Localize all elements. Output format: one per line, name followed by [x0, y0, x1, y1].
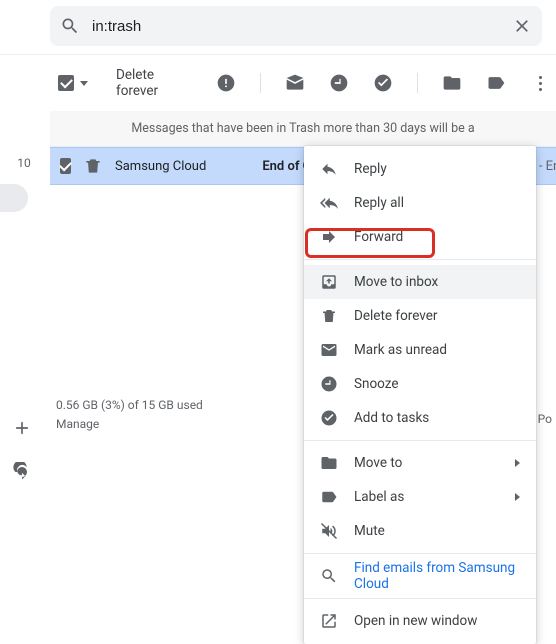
- move-to-inbox-icon: [320, 273, 338, 291]
- email-snippet: - End of Certain S: [536, 159, 556, 174]
- menu-separator: [304, 598, 536, 599]
- folder-icon: [320, 454, 338, 472]
- trash-banner: Messages that have been in Trash more th…: [50, 111, 556, 147]
- menu-reply[interactable]: Reply: [304, 152, 536, 186]
- tasks-icon: [320, 409, 338, 427]
- sender-name: Samsung Cloud: [115, 159, 206, 174]
- menu-mark-unread[interactable]: Mark as unread: [304, 333, 536, 367]
- folder-count: 10: [4, 156, 44, 170]
- selected-folder-indicator: [0, 184, 28, 212]
- plus-icon[interactable]: [12, 418, 32, 438]
- menu-separator: [304, 553, 536, 554]
- delete-icon: [320, 307, 338, 325]
- mute-icon: [320, 522, 338, 540]
- open-new-window-icon: [320, 612, 338, 630]
- context-menu: Reply Reply all Forward Move to inbox De…: [304, 146, 536, 644]
- menu-label-as[interactable]: Label as: [304, 480, 536, 514]
- mark-read-icon[interactable]: [285, 73, 305, 93]
- menu-add-to-tasks[interactable]: Add to tasks: [304, 401, 536, 435]
- menu-reply-all[interactable]: Reply all: [304, 186, 536, 220]
- menu-delete-forever[interactable]: Delete forever: [304, 299, 536, 333]
- reply-icon: [320, 160, 338, 178]
- menu-move-to-inbox[interactable]: Move to inbox: [304, 265, 536, 299]
- select-all-checkbox[interactable]: [58, 75, 88, 91]
- menu-move-to[interactable]: Move to: [304, 446, 536, 480]
- snooze-icon[interactable]: [329, 73, 349, 93]
- report-spam-icon[interactable]: [216, 73, 236, 93]
- storage-used: 0.56 GB (3%) of 15 GB used: [56, 396, 203, 415]
- more-icon[interactable]: [530, 73, 550, 93]
- mark-unread-icon: [320, 341, 338, 359]
- clear-search-icon[interactable]: [512, 16, 532, 36]
- search-input[interactable]: [92, 18, 500, 35]
- menu-mute[interactable]: Mute: [304, 514, 536, 548]
- chevron-right-icon: [515, 459, 520, 467]
- menu-separator: [304, 440, 536, 441]
- forward-icon: [320, 228, 338, 246]
- delete-forever-button[interactable]: Delete forever: [110, 63, 164, 103]
- chevron-down-icon[interactable]: [80, 81, 88, 86]
- reply-all-icon: [320, 194, 338, 212]
- trash-icon: [83, 156, 103, 176]
- add-to-tasks-icon[interactable]: [373, 73, 393, 93]
- row-checkbox[interactable]: [60, 158, 71, 174]
- separator: [417, 73, 418, 93]
- search-bar[interactable]: [50, 6, 542, 46]
- menu-forward[interactable]: Forward: [304, 220, 536, 254]
- move-to-icon[interactable]: [442, 73, 462, 93]
- menu-find-emails[interactable]: Find emails from Samsung Cloud: [304, 559, 536, 593]
- search-icon: [60, 16, 80, 36]
- menu-snooze[interactable]: Snooze: [304, 367, 536, 401]
- left-rail: 10: [4, 156, 44, 212]
- storage-info: 0.56 GB (3%) of 15 GB used Manage: [56, 396, 203, 434]
- storage-manage-link[interactable]: Manage: [56, 415, 203, 434]
- separator: [260, 73, 261, 93]
- search-icon: [320, 567, 338, 585]
- labels-icon[interactable]: [486, 73, 506, 93]
- clock-icon: [320, 375, 338, 393]
- toolbar: Delete forever: [0, 55, 556, 111]
- menu-separator: [304, 259, 536, 260]
- label-icon: [320, 488, 338, 506]
- menu-open-new-window[interactable]: Open in new window: [304, 604, 536, 638]
- refresh-icon[interactable]: [12, 462, 32, 482]
